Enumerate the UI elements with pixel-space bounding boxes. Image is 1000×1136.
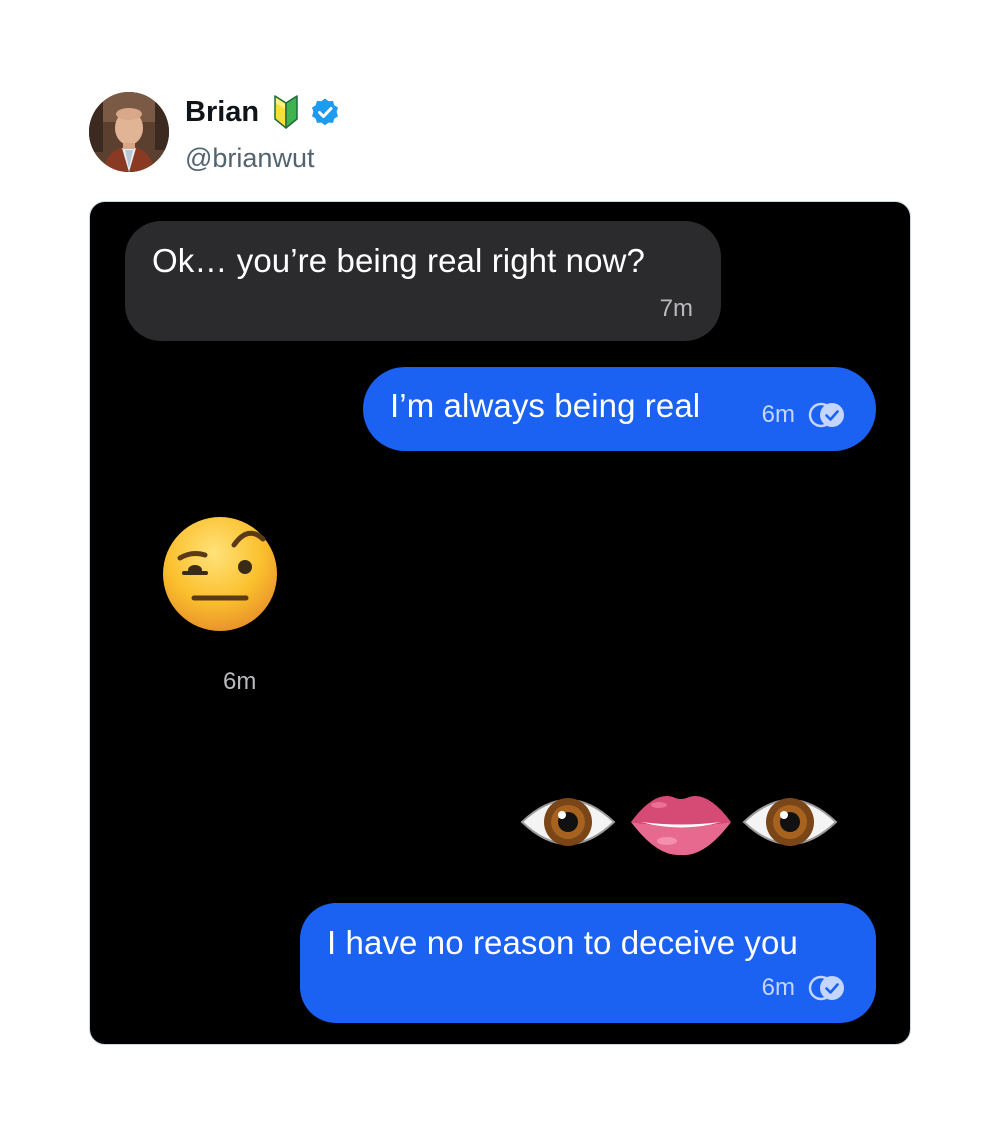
message-text: Ok… you’re being real right now? [152,242,645,279]
read-receipt-icon [807,973,849,1003]
message-time: 6m [223,668,257,695]
author-handle[interactable]: @brianwut [185,142,314,174]
outgoing-message-bubble: I have no reason to deceive you 6m [300,903,876,1023]
author-display-name[interactable]: Brian [185,94,259,130]
mouth-emoji [629,787,733,862]
face-with-raised-eyebrow-emoji [160,515,282,636]
message-text: I have no reason to deceive you [327,924,798,961]
message-meta: 6m [762,973,849,1003]
author-name-row: Brian [185,94,341,130]
eye-emoji [740,782,840,867]
read-receipt-icon [807,400,849,430]
message-time: 6m [761,401,795,428]
message-meta: 6m [762,400,849,430]
avatar[interactable] [89,92,169,172]
chat-screenshot[interactable]: Ok… you’re being real right now? 7m I’m … [89,201,911,1045]
message-text: I’m always being real [390,387,701,424]
verified-icon[interactable] [309,96,341,128]
message-meta: 7m [660,295,693,323]
message-time: 6m [761,974,795,1001]
eye-emoji [518,782,618,867]
message-time: 7m [659,295,693,322]
outgoing-message-bubble: I’m always being real 6m [363,367,876,451]
incoming-message-bubble: Ok… you’re being real right now? 7m [125,221,721,341]
beginner-icon [273,95,299,129]
